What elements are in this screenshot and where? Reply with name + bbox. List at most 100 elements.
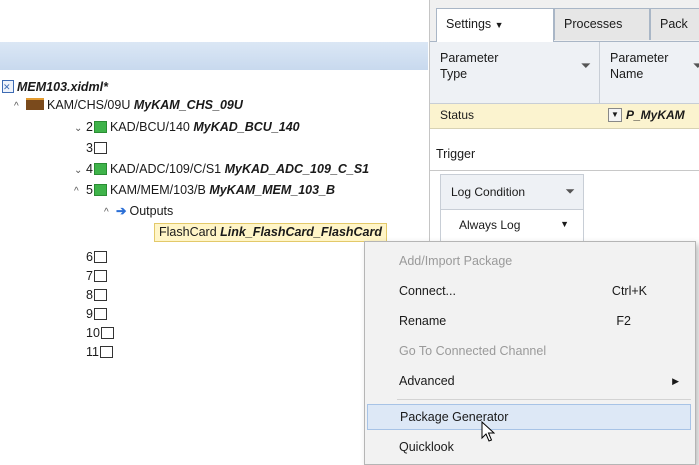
tree-slot-node[interactable]: ⌄ 4 KAD/ADC/109/C/S1 MyKAD_ADC_109_C_S1 <box>74 160 369 178</box>
tree-slot-node[interactable]: 8 <box>86 286 110 304</box>
slot-module-name: MyKAD_ADC_109_C_S1 <box>224 162 370 176</box>
chassis-name: MyKAM_CHS_09U <box>133 98 243 112</box>
cell-parameter-name: P_MyKAM <box>626 108 685 122</box>
menu-item-connect[interactable]: Connect... Ctrl+K <box>367 278 691 304</box>
collapse-caret-icon[interactable]: ^ <box>104 204 116 222</box>
tree-chassis-node[interactable]: ^ KAM/CHS/09U MyKAM_CHS_09U <box>14 96 243 114</box>
table-row[interactable]: Status ▼ P_MyKAM <box>430 104 699 129</box>
menu-item-add-import-package[interactable]: Add/Import Package <box>367 248 691 274</box>
tree-file-node[interactable]: MEM103.xidml* <box>2 78 108 96</box>
menu-item-package-generator[interactable]: Package Generator <box>367 404 691 430</box>
tree-flashcard-node[interactable]: FlashCard Link_FlashCard_FlashCard <box>154 223 388 242</box>
menu-item-label: Connect... <box>399 284 456 298</box>
menu-item-label: Go To Connected Channel <box>399 344 547 358</box>
slot-path: KAM/MEM/103/B <box>109 183 206 197</box>
tab-packages[interactable]: Pack <box>650 8 699 40</box>
slot-path: KAD/ADC/109/C/S1 <box>109 162 222 176</box>
cell-parameter-type: Status <box>440 108 475 122</box>
empty-slot-icon <box>93 289 107 301</box>
tab-label: Pack <box>660 17 688 31</box>
tree-slot-node[interactable]: 7 <box>86 267 110 285</box>
module-status-icon <box>93 163 107 175</box>
tree-outputs-node[interactable]: ^ ➔ Outputs <box>104 202 173 220</box>
context-menu: Add/Import Package Connect... Ctrl+K Ren… <box>364 241 696 465</box>
empty-slot-icon <box>93 142 107 154</box>
slot-number: 2 <box>86 120 93 134</box>
header-line: Type <box>440 67 468 81</box>
slot-number: 7 <box>86 269 93 283</box>
slot-number: 6 <box>86 250 93 264</box>
expand-caret-icon[interactable]: ⌄ <box>74 162 86 180</box>
xidml-file-icon <box>2 78 14 96</box>
chassis-icon <box>26 98 44 110</box>
slot-number: 10 <box>86 326 100 340</box>
slot-module-name: MyKAD_BCU_140 <box>193 120 300 134</box>
module-status-icon <box>93 184 107 196</box>
tree-slot-node[interactable]: 9 <box>86 305 110 323</box>
slot-number: 4 <box>86 162 93 176</box>
slot-number: 9 <box>86 307 93 321</box>
header-line: Parameter <box>440 51 499 65</box>
tab-processes[interactable]: Processes <box>554 8 650 40</box>
column-header-parameter-type[interactable]: Parameter Type ⏷ <box>430 42 600 104</box>
menu-item-go-to-connected-channel[interactable]: Go To Connected Channel <box>367 338 691 364</box>
menu-item-shortcut: Ctrl+K <box>611 284 647 298</box>
tree-slot-node[interactable]: 6 <box>86 248 110 266</box>
slot-number: 11 <box>86 345 99 359</box>
module-status-icon <box>93 121 107 133</box>
empty-slot-icon <box>100 327 114 339</box>
slot-number: 3 <box>86 141 93 155</box>
file-name: MEM103.xidml* <box>17 80 109 94</box>
slot-number: 8 <box>86 288 93 302</box>
tree-slot-node[interactable]: ^ 5 KAM/MEM/103/B MyKAM_MEM_103_B <box>74 181 335 199</box>
menu-item-quicklook[interactable]: Quicklook <box>367 434 691 460</box>
empty-slot-icon <box>93 251 107 263</box>
menu-item-label: Advanced <box>399 374 455 388</box>
menu-separator <box>397 399 691 400</box>
tab-settings[interactable]: Settings ▼ <box>436 8 554 42</box>
submenu-arrow-icon: ▶ <box>672 376 679 386</box>
menu-item-label: Add/Import Package <box>399 254 513 268</box>
tree-slot-node[interactable]: ⌄ 2 KAD/BCU/140 MyKAD_BCU_140 <box>74 118 300 136</box>
tab-label: Processes <box>564 17 623 31</box>
menu-item-label: Quicklook <box>399 440 454 454</box>
menu-item-shortcut: F2 <box>616 314 631 328</box>
tree-slot-node[interactable]: 10 <box>86 324 117 342</box>
flashcard-link-name: Link_FlashCard_FlashCard <box>220 225 383 239</box>
menu-item-label: Rename <box>399 314 447 328</box>
filter-icon[interactable]: ⏷ <box>581 58 591 74</box>
filter-icon[interactable]: ⏷ <box>693 58 699 74</box>
tree-header-bar <box>0 42 428 71</box>
menu-item-rename[interactable]: Rename F2 <box>367 308 691 334</box>
expand-caret-icon[interactable]: ⌄ <box>74 120 86 138</box>
flashcard-label: FlashCard <box>159 225 217 239</box>
empty-slot-icon <box>93 270 107 282</box>
dropdown-arrow-icon[interactable]: ▼ <box>608 108 622 122</box>
log-condition-grid: Log Condition ⏷ Always Log ▼ <box>440 174 584 242</box>
dropdown-arrow-icon[interactable]: ▼ <box>560 219 569 229</box>
chassis-path: KAM/CHS/09U <box>47 98 131 112</box>
tab-label: Settings <box>446 17 492 31</box>
log-condition-select[interactable]: Always Log ▼ <box>441 210 583 240</box>
filter-icon[interactable]: ⏷ <box>565 184 575 199</box>
mouse-pointer-icon <box>481 421 495 442</box>
menu-item-advanced[interactable]: Advanced ▶ <box>367 368 691 394</box>
header-line: Name <box>610 67 644 81</box>
dropdown-arrow-icon[interactable]: ▼ <box>495 20 504 30</box>
empty-slot-icon <box>93 308 107 320</box>
tab-bar: Settings ▼ Processes Pack <box>430 0 699 42</box>
header-line: Parameter <box>610 51 669 65</box>
tree-slot-node[interactable]: 11 <box>86 343 116 361</box>
tree-slot-node[interactable]: 3 <box>86 139 110 157</box>
outputs-label: Outputs <box>129 204 174 218</box>
collapse-caret-icon[interactable]: ^ <box>74 183 86 201</box>
column-header-log-condition[interactable]: Log Condition ⏷ <box>441 175 583 210</box>
header-label: Log Condition <box>451 185 526 199</box>
outputs-arrow-icon: ➔ <box>116 204 127 218</box>
column-header-parameter-name[interactable]: Parameter Name ⏷ <box>600 42 699 104</box>
log-condition-value: Always Log <box>459 218 521 232</box>
collapse-caret-icon[interactable]: ^ <box>14 98 26 116</box>
divider <box>430 170 699 171</box>
trigger-section-label: Trigger <box>436 147 476 161</box>
slot-path: KAD/BCU/140 <box>109 120 190 134</box>
